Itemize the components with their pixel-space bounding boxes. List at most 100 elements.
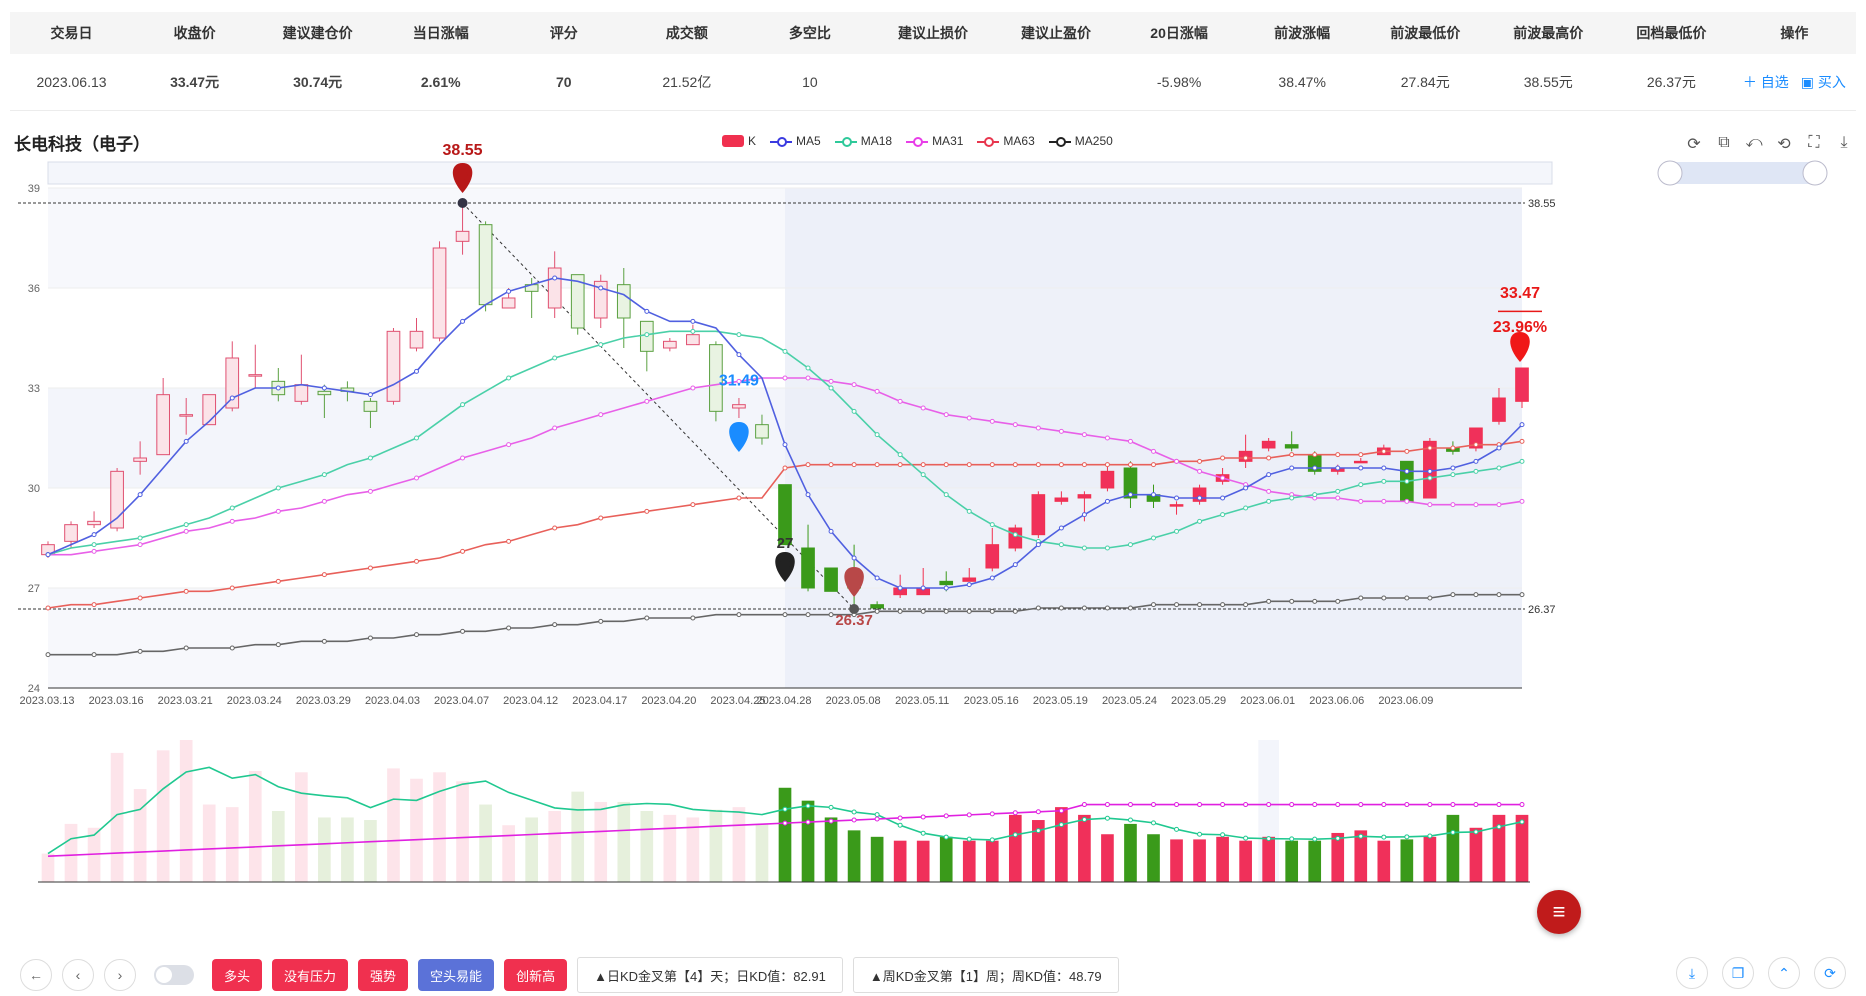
volume-bar bbox=[502, 825, 515, 882]
volume-ma2-point bbox=[943, 813, 949, 819]
volume-ma2-point bbox=[1104, 802, 1110, 808]
ma63-line-point bbox=[1404, 448, 1410, 454]
ma5-line-point bbox=[460, 318, 466, 324]
ma18-line-point bbox=[782, 348, 788, 354]
ma18-line-point bbox=[229, 505, 235, 511]
ma18-line-point bbox=[552, 355, 558, 361]
right-tools: ⤓ ❐ ⌃ ⟳ bbox=[1676, 957, 1846, 989]
refresh-icon[interactable]: ⟳ bbox=[1814, 957, 1846, 989]
volume-ma-point bbox=[897, 822, 903, 828]
volume-ma-point bbox=[1473, 829, 1479, 835]
x-tick-label: 2023.04.28 bbox=[756, 695, 811, 707]
tag-bull[interactable]: 多头 bbox=[212, 959, 263, 991]
next-icon[interactable]: › bbox=[104, 959, 136, 991]
ma63-line-point bbox=[45, 605, 51, 611]
volume-bar bbox=[1078, 814, 1091, 882]
ma18-line-point bbox=[183, 522, 189, 528]
bottom-toolbar: ← ‹ › 多头 没有压力 强势 空头易能 创新高 ▲日KD金叉第【4】天；日K… bbox=[20, 957, 1119, 993]
volume-bar bbox=[985, 840, 999, 882]
candle bbox=[179, 414, 194, 417]
candle bbox=[501, 297, 516, 309]
ma5-line-point bbox=[1289, 465, 1295, 471]
volume-ma2-point bbox=[966, 812, 972, 818]
ma5-line-point bbox=[1220, 495, 1226, 501]
toggle-switch[interactable] bbox=[154, 965, 194, 985]
volume-ma-point bbox=[1058, 822, 1064, 828]
ma5-line-point bbox=[1473, 458, 1479, 464]
volume-ma-point bbox=[874, 812, 880, 818]
x-tick-label: 2023.03.24 bbox=[227, 695, 282, 707]
ma250-line-point bbox=[1450, 592, 1456, 598]
ma63-line-point bbox=[1473, 442, 1479, 448]
ma18-line-point bbox=[1151, 535, 1156, 541]
ma63-line-point bbox=[1197, 458, 1203, 464]
ma31-line-point bbox=[321, 498, 327, 504]
ma18-line-point bbox=[920, 472, 926, 478]
slider-handle-icon bbox=[1657, 160, 1683, 186]
ma18-line-point bbox=[1427, 475, 1433, 481]
tag-strong[interactable]: 强势 bbox=[358, 959, 409, 991]
download-icon[interactable]: ⤓ bbox=[1676, 957, 1708, 989]
volume-bar bbox=[847, 830, 861, 882]
ma31-line-point bbox=[897, 398, 903, 404]
volume-bar bbox=[225, 807, 239, 882]
volume-bar bbox=[64, 823, 78, 882]
volume-ma2-point bbox=[1473, 802, 1479, 808]
ma18-line-point bbox=[989, 522, 995, 528]
ma5-line-point bbox=[91, 532, 97, 538]
ma31-line-point bbox=[1427, 502, 1433, 508]
tag-no-pressure[interactable]: 没有压力 bbox=[272, 959, 349, 991]
volume-ma2-point bbox=[1081, 802, 1087, 808]
volume-ma-point bbox=[1358, 833, 1364, 839]
ma31-line-point bbox=[367, 488, 373, 494]
volume-bar bbox=[1193, 839, 1206, 882]
ma18-line-point bbox=[736, 332, 742, 338]
volume-ma2-point bbox=[1519, 802, 1525, 808]
volume-ma2-point bbox=[851, 817, 857, 823]
tag-short-energy[interactable]: 空头易能 bbox=[418, 959, 495, 991]
ma250-line-point bbox=[1335, 598, 1341, 604]
volume-ma-point bbox=[1312, 836, 1318, 842]
ma5-line-point bbox=[1404, 468, 1410, 474]
ma63-line-point bbox=[874, 462, 880, 468]
ma250-line-point bbox=[1220, 602, 1226, 608]
ma250-line-point bbox=[552, 622, 558, 628]
selection-area bbox=[785, 188, 1522, 688]
ma63-line-point bbox=[1058, 462, 1064, 468]
ma5-line-point bbox=[275, 385, 281, 391]
tag-new-high[interactable]: 创新高 bbox=[504, 959, 568, 991]
menu-fab-button[interactable]: ≡ bbox=[1537, 890, 1581, 934]
ma5-line-point bbox=[1358, 465, 1364, 471]
volume-ma2-point bbox=[1243, 802, 1249, 808]
last-marker-icon-dot bbox=[1515, 339, 1525, 349]
ma31-line-point bbox=[1450, 502, 1456, 508]
ma250-line-point bbox=[690, 615, 696, 621]
volume-ma-point bbox=[1197, 831, 1203, 837]
ma31-line-point bbox=[1197, 468, 1203, 474]
low-marker-icon-dot bbox=[849, 574, 860, 584]
ma5-line-point bbox=[1243, 485, 1249, 491]
ma250-line-point bbox=[1151, 602, 1156, 608]
ma250-line-point bbox=[1012, 608, 1018, 614]
kline-chart[interactable]: 24 27 30 33 36 39 2023.03.13 2023.03.16 2023.03.… bbox=[0, 0, 1866, 950]
volume-bar bbox=[594, 801, 608, 882]
ma250-line-point bbox=[1127, 605, 1133, 611]
ma250-line-point bbox=[598, 618, 604, 624]
ma31-line-point bbox=[1058, 428, 1064, 434]
volume-bar bbox=[1262, 836, 1275, 882]
candle bbox=[87, 520, 101, 526]
ma250-line-point bbox=[1243, 602, 1249, 608]
volume-ma-point bbox=[966, 836, 972, 842]
volume-bar bbox=[456, 781, 469, 882]
prev-icon[interactable]: ‹ bbox=[62, 959, 94, 991]
ma5-line-point bbox=[966, 582, 972, 588]
volume-ma2-point bbox=[1035, 809, 1041, 815]
ma5-line-point bbox=[1381, 465, 1387, 471]
ma250-line-point bbox=[1312, 598, 1318, 604]
ma31-line-point bbox=[805, 375, 811, 381]
ma63-line-point bbox=[1266, 455, 1272, 461]
back-icon[interactable]: ← bbox=[20, 959, 52, 991]
copy-icon[interactable]: ❐ bbox=[1722, 957, 1754, 989]
scroll-top-icon[interactable]: ⌃ bbox=[1768, 957, 1800, 989]
ma18-line-point bbox=[1104, 545, 1110, 551]
